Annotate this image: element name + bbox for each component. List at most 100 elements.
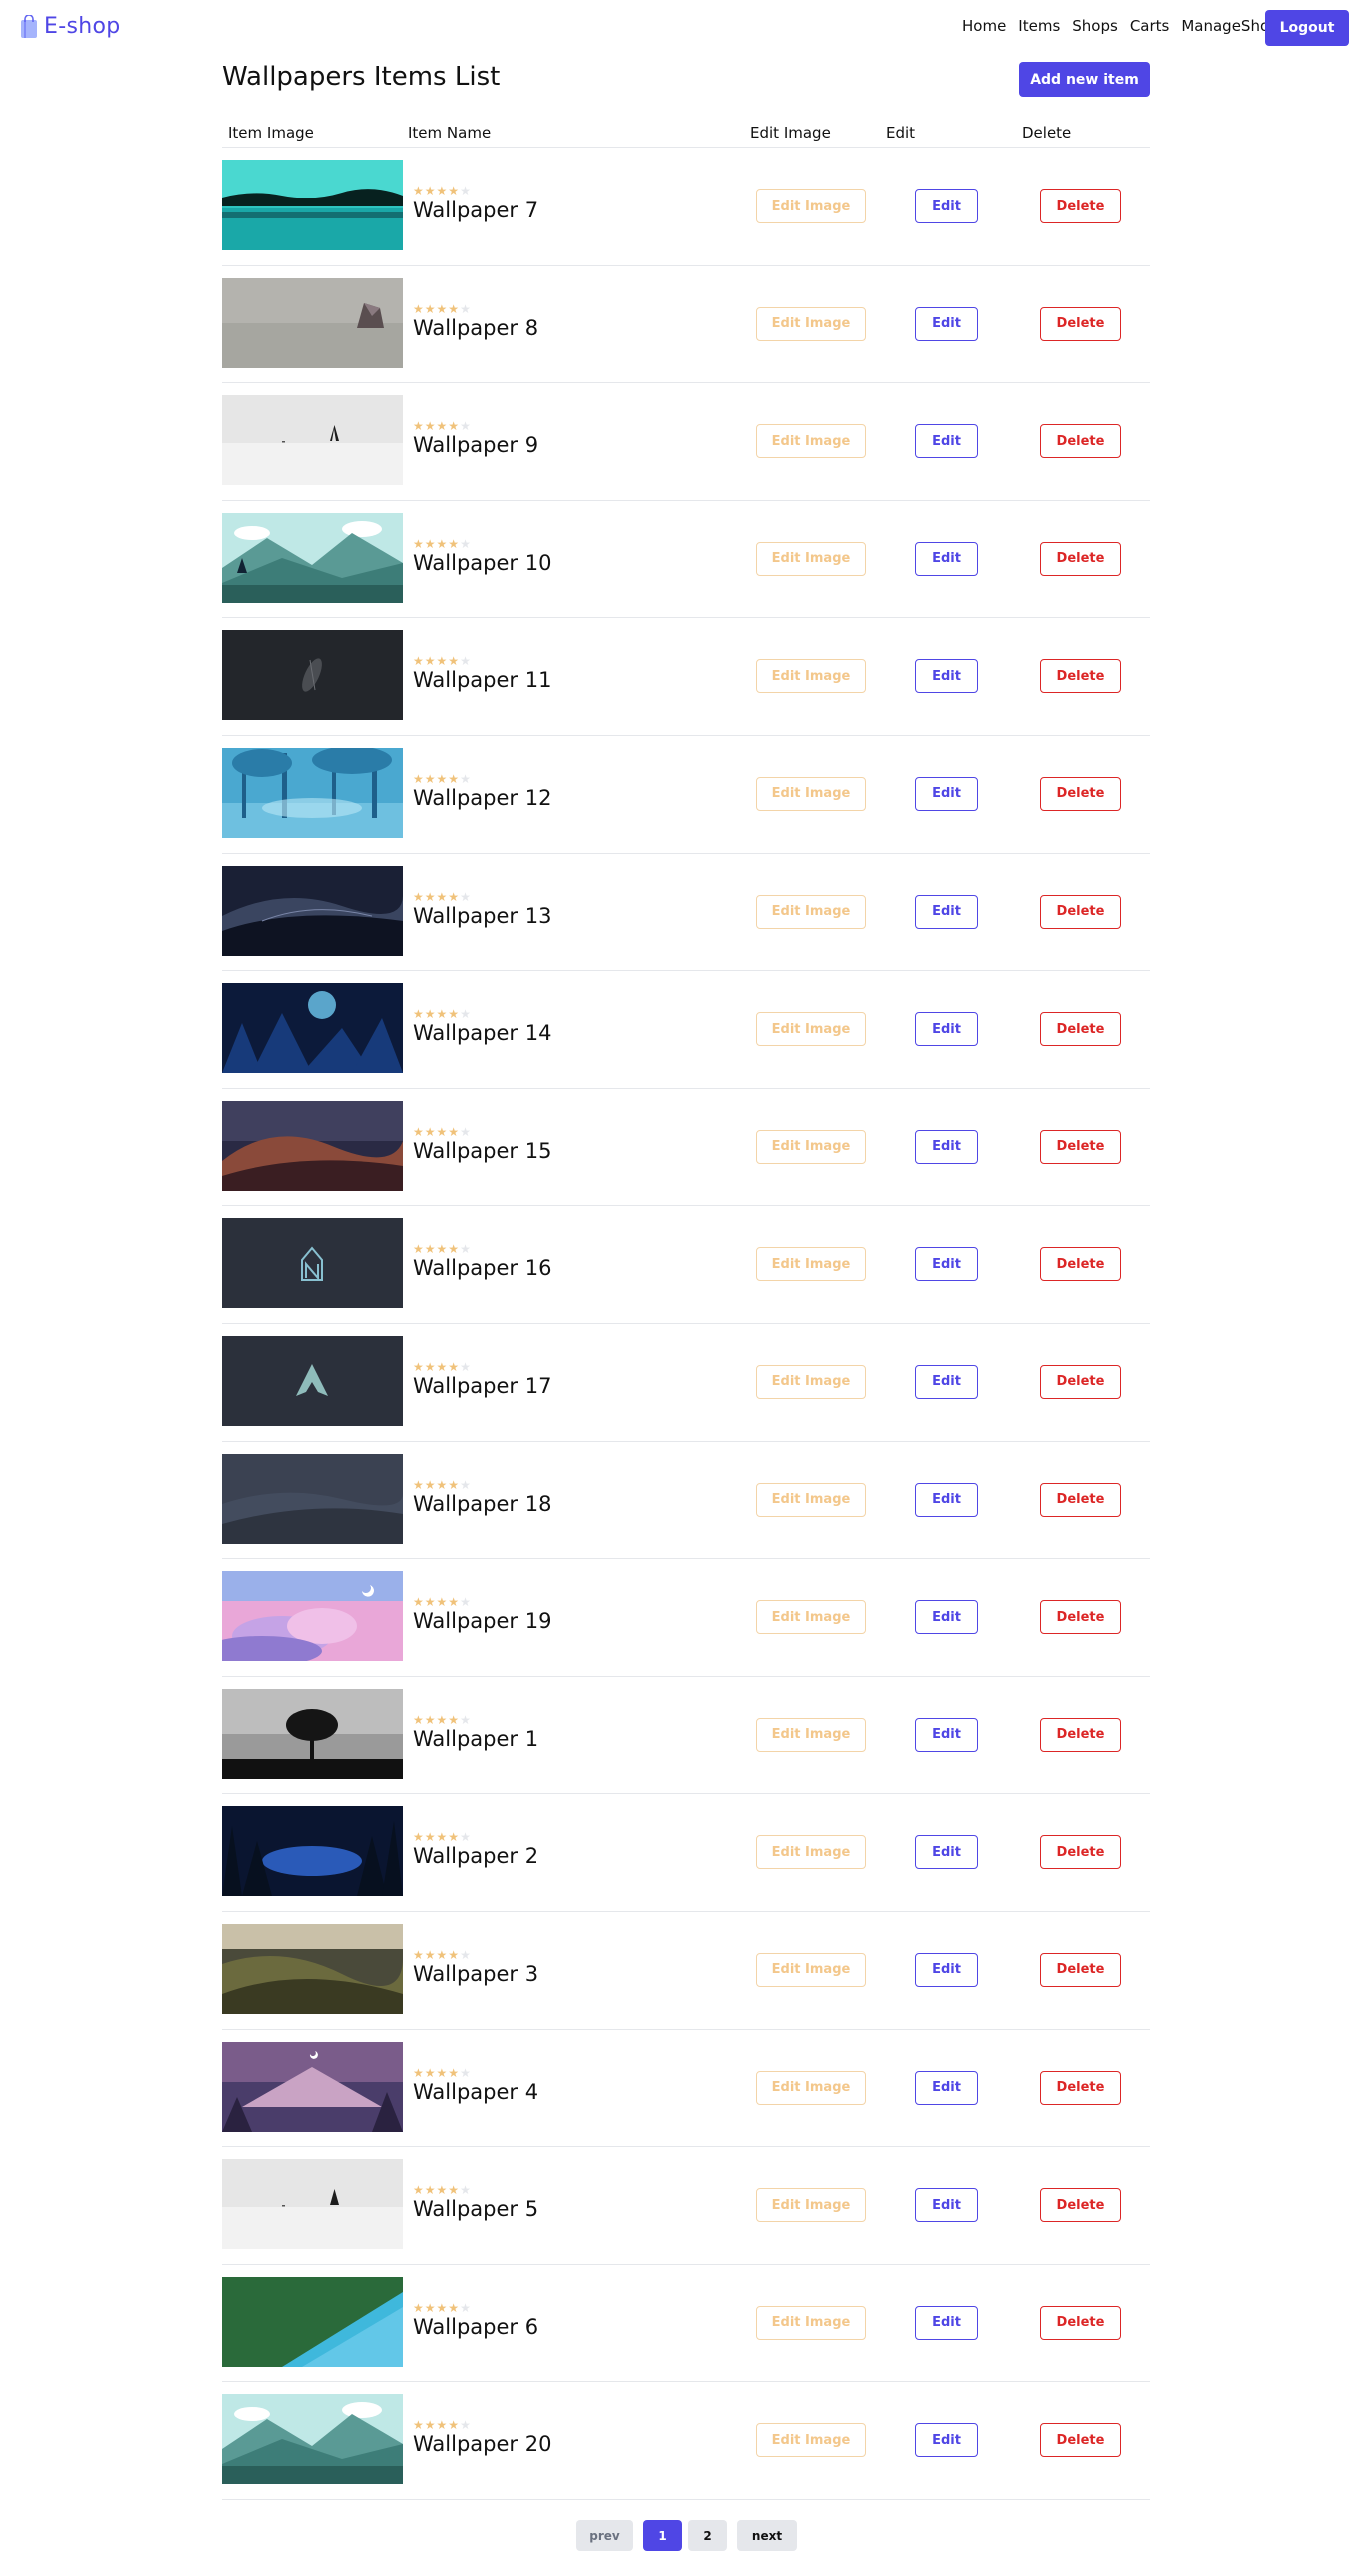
edit-image-button[interactable]: Edit Image [756,2188,866,2223]
edit-button[interactable]: Edit [915,2305,978,2340]
edit-image-button[interactable]: Edit Image [756,659,866,694]
star-icon: ★ [413,654,425,669]
star-icon: ★ [424,2418,437,2433]
star-icon: ★ [448,1124,461,1139]
nav-link-carts[interactable]: Carts [1130,17,1170,35]
edit-image-button[interactable]: Edit Image [756,1717,866,1752]
delete-button[interactable]: Delete [1040,1364,1121,1399]
edit-image-button[interactable]: Edit Image [756,1247,866,1282]
edit-button[interactable]: Edit [915,1012,978,1047]
edit-image-button[interactable]: Edit Image [756,2305,866,2340]
edit-button[interactable]: Edit [915,306,978,341]
edit-button[interactable]: Edit [915,1364,978,1399]
edit-button[interactable]: Edit [915,1129,978,1164]
star-icon: ★ [413,2183,425,2198]
star-icon: ★ [436,2300,449,2315]
edit-button[interactable]: Edit [915,659,978,694]
delete-button[interactable]: Delete [1040,306,1121,341]
delete-button[interactable]: Delete [1040,1482,1121,1517]
edit-image-button[interactable]: Edit Image [756,189,866,223]
edit-button[interactable]: Edit [915,1717,978,1752]
star-icon: ★ [436,2183,449,2198]
delete-button[interactable]: Delete [1040,894,1121,929]
star-icon: ★ [448,536,461,551]
logout-button[interactable]: Logout [1265,10,1349,46]
table-row: ★★★★★ Wallpaper 17 Edit Image Edit Delete [222,1324,1150,1442]
edit-button[interactable]: Edit [915,1247,978,1282]
delete-button[interactable]: Delete [1040,189,1121,223]
star-icon: ★ [448,2418,461,2433]
star-icon: ★ [448,2183,461,2198]
edit-button[interactable]: Edit [915,776,978,811]
delete-button[interactable]: Delete [1040,541,1121,576]
edit-button[interactable]: Edit [915,2423,978,2458]
edit-button[interactable]: Edit [915,1835,978,1870]
edit-image-button[interactable]: Edit Image [756,1012,866,1047]
edit-image-button[interactable]: Edit Image [756,1129,866,1164]
item-thumbnail [222,1688,403,1779]
edit-button[interactable]: Edit [915,2070,978,2105]
delete-button[interactable]: Delete [1040,424,1121,459]
edit-image-button[interactable]: Edit Image [756,776,866,811]
nav-link-items[interactable]: Items [1018,17,1060,35]
delete-button[interactable]: Delete [1040,1952,1121,1987]
edit-button[interactable]: Edit [915,541,978,576]
edit-button[interactable]: Edit [915,1482,978,1517]
edit-image-button[interactable]: Edit Image [756,1952,866,1987]
edit-image-button[interactable]: Edit Image [756,541,866,576]
edit-button[interactable]: Edit [915,189,978,223]
item-name: Wallpaper 19 [413,1609,552,1634]
delete-button[interactable]: Delete [1040,2070,1121,2105]
delete-button[interactable]: Delete [1040,776,1121,811]
star-icon: ★ [436,889,449,904]
nav-link-home[interactable]: Home [962,17,1006,35]
delete-button[interactable]: Delete [1040,1717,1121,1752]
nav-link-shops[interactable]: Shops [1072,17,1118,35]
item-name: Wallpaper 8 [413,315,539,340]
edit-image-button[interactable]: Edit Image [756,2423,866,2458]
edit-image-button[interactable]: Edit Image [756,306,866,341]
pagination-next-button[interactable]: next [737,2520,797,2551]
edit-button[interactable]: Edit [915,424,978,459]
table-row: ★★★★★ Wallpaper 15 Edit Image Edit Delete [222,1089,1150,1207]
item-name: Wallpaper 20 [413,2432,552,2457]
star-icon: ★ [424,1242,437,1257]
edit-button[interactable]: Edit [915,2188,978,2223]
delete-button[interactable]: Delete [1040,659,1121,694]
brand-logo[interactable]: E-shop [20,14,120,39]
item-thumbnail [222,1453,403,1544]
delete-button[interactable]: Delete [1040,1835,1121,1870]
edit-image-button[interactable]: Edit Image [756,1600,866,1635]
star-icon: ★ [413,184,425,198]
star-icon: ★ [424,1124,437,1139]
edit-button[interactable]: Edit [915,894,978,929]
edit-image-button[interactable]: Edit Image [756,424,866,459]
delete-button[interactable]: Delete [1040,1600,1121,1635]
edit-button[interactable]: Edit [915,1952,978,1987]
delete-button[interactable]: Delete [1040,1247,1121,1282]
delete-button[interactable]: Delete [1040,2305,1121,2340]
edit-image-button[interactable]: Edit Image [756,1835,866,1870]
rating-stars: ★★★★★ [413,1713,472,1727]
edit-button[interactable]: Edit [915,1600,978,1635]
delete-button[interactable]: Delete [1040,1129,1121,1164]
pagination-page-1[interactable]: 1 [643,2520,682,2551]
star-icon: ★ [424,2065,437,2080]
edit-image-button[interactable]: Edit Image [756,2070,866,2105]
item-name: Wallpaper 14 [413,1021,552,1046]
delete-button[interactable]: Delete [1040,1012,1121,1047]
rating-stars: ★★★★★ [413,890,472,904]
pagination-prev-button[interactable]: prev [576,2520,633,2551]
star-icon: ★ [424,1007,437,1022]
edit-image-button[interactable]: Edit Image [756,894,866,929]
edit-image-button[interactable]: Edit Image [756,1482,866,1517]
rating-stars: ★★★★★ [413,302,472,316]
edit-image-button[interactable]: Edit Image [756,1364,866,1399]
star-icon: ★ [436,654,449,669]
add-new-item-button[interactable]: Add new item [1019,62,1150,97]
table-row: ★★★★★ Wallpaper 12 Edit Image Edit Delete [222,736,1150,854]
delete-button[interactable]: Delete [1040,2188,1121,2223]
pagination-page-2[interactable]: 2 [688,2520,727,2551]
star-icon: ★ [424,301,437,316]
delete-button[interactable]: Delete [1040,2423,1121,2458]
